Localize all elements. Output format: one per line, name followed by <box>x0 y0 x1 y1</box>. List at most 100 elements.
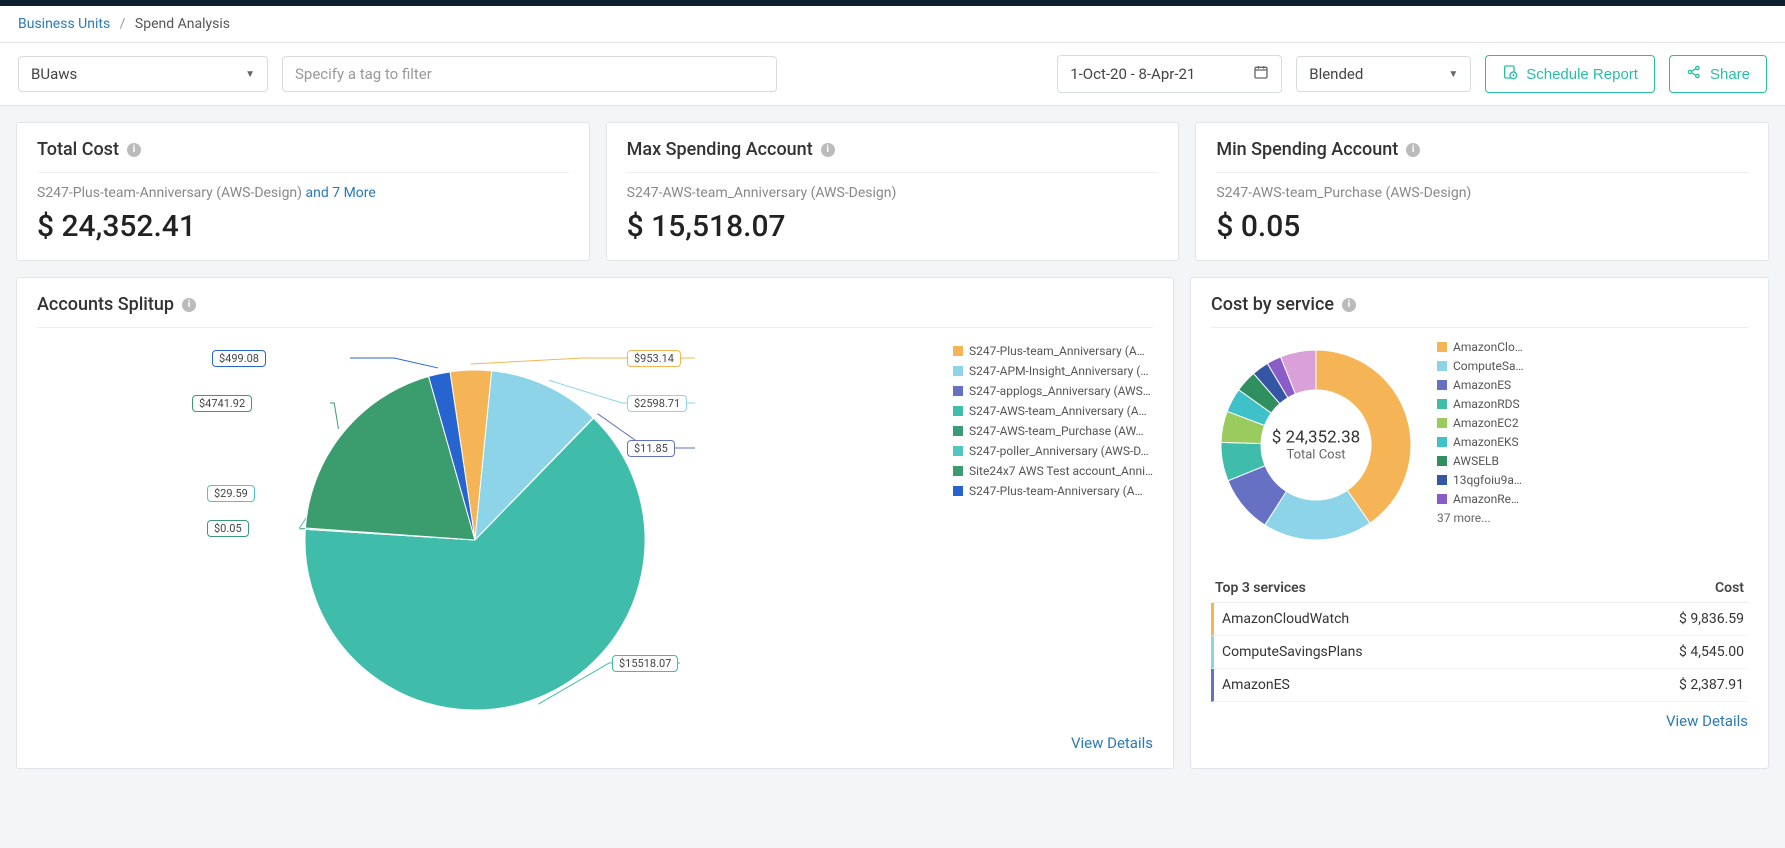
breadcrumb: Business Units / Spend Analysis <box>0 6 1785 43</box>
legend-swatch <box>1437 418 1447 428</box>
legend-swatch <box>1437 456 1447 466</box>
schedule-report-button[interactable]: Schedule Report <box>1485 55 1655 93</box>
top-service-row[interactable]: AmazonES$ 2,387.91 <box>1211 669 1748 702</box>
callout-label: $0.05 <box>207 520 249 537</box>
legend-item[interactable]: AmazonRDS <box>1437 397 1748 411</box>
legend-item[interactable]: AmazonES <box>1437 378 1748 392</box>
legend-label: AmazonEKS <box>1453 435 1519 449</box>
service-donut-chart[interactable]: $ 24,352.38 Total Cost <box>1211 340 1421 550</box>
share-button[interactable]: Share <box>1669 55 1767 93</box>
total-cost-title: Total Cost i <box>37 139 569 160</box>
info-icon[interactable]: i <box>127 143 141 157</box>
cost-type-label: Blended <box>1309 65 1363 83</box>
legend-item[interactable]: AmazonClo… <box>1437 340 1748 354</box>
legend-item[interactable]: ComputeSa… <box>1437 359 1748 373</box>
legend-label: S247-AWS-team_Purchase (AW… <box>969 424 1144 438</box>
service-legend: AmazonClo… ComputeSa… AmazonES AmazonRDS Ama… <box>1437 340 1748 525</box>
legend-item[interactable]: S247-AWS-team_Anniversary (A… <box>953 404 1153 418</box>
schedule-report-label: Schedule Report <box>1526 66 1638 83</box>
share-label: Share <box>1710 66 1750 83</box>
legend-item[interactable]: S247-Plus-team_Anniversary (A… <box>953 344 1153 358</box>
card-title-text: Min Spending Account <box>1216 139 1398 160</box>
min-spending-value: $ 0.05 <box>1216 209 1748 244</box>
date-range-picker[interactable]: 1-Oct-20 - 8-Apr-21 <box>1057 55 1282 93</box>
min-spending-sub: S247-AWS-team_Purchase (AWS-Design) <box>1216 185 1748 201</box>
info-icon[interactable]: i <box>1406 143 1420 157</box>
cost-by-service-title: Cost by service i <box>1211 294 1748 315</box>
legend-more[interactable]: 37 more... <box>1437 511 1748 525</box>
legend-item[interactable]: S247-APM-Insight_Anniversary (… <box>953 364 1153 378</box>
top-service-row[interactable]: AmazonCloudWatch$ 9,836.59 <box>1211 603 1748 636</box>
more-link[interactable]: and 7 More <box>306 185 376 201</box>
filter-bar: BUaws ▼ Specify a tag to filter 1-Oct-20… <box>0 43 1785 106</box>
min-spending-card: Min Spending Account i S247-AWS-team_Pur… <box>1195 122 1769 261</box>
legend-label: AmazonClo… <box>1453 340 1523 354</box>
donut-label: Total Cost <box>1272 448 1360 463</box>
cost-header: Cost <box>1715 580 1744 596</box>
legend-label: S247-Plus-team-Anniversary (A… <box>969 484 1143 498</box>
legend-swatch <box>953 406 963 416</box>
legend-label: 13qgfoiu9a… <box>1453 473 1522 487</box>
callout-label: $4741.92 <box>192 395 252 412</box>
cost-by-service-card: Cost by service i $ 24,352.38 Total Cost… <box>1190 277 1769 769</box>
legend-swatch <box>953 366 963 376</box>
legend-label: AmazonRDS <box>1453 397 1520 411</box>
top-service-row[interactable]: ComputeSavingsPlans$ 4,545.00 <box>1211 636 1748 669</box>
legend-label: ComputeSa… <box>1453 359 1524 373</box>
callout-label: $2598.71 <box>627 395 687 412</box>
legend-label: S247-applogs_Anniversary (AWS… <box>969 384 1151 398</box>
legend-swatch <box>1437 361 1447 371</box>
legend-item[interactable]: S247-Plus-team-Anniversary (A… <box>953 484 1153 498</box>
cost-type-select[interactable]: Blended ▼ <box>1296 56 1471 92</box>
info-icon[interactable]: i <box>1342 298 1356 312</box>
legend-item[interactable]: S247-applogs_Anniversary (AWS… <box>953 384 1153 398</box>
chevron-down-icon: ▼ <box>245 69 255 80</box>
info-icon[interactable]: i <box>821 143 835 157</box>
service-name: ComputeSavingsPlans <box>1222 644 1363 660</box>
total-cost-value: $ 24,352.41 <box>37 209 569 244</box>
legend-item[interactable]: Site24x7 AWS Test account_Anni… <box>953 464 1153 478</box>
breadcrumb-current: Spend Analysis <box>135 16 230 32</box>
breadcrumb-root[interactable]: Business Units <box>18 16 110 32</box>
legend-item[interactable]: AWSELB <box>1437 454 1748 468</box>
card-title-text: Max Spending Account <box>627 139 813 160</box>
legend-swatch <box>1437 380 1447 390</box>
legend-swatch <box>953 486 963 496</box>
legend-item[interactable]: S247-poller_Anniversary (AWS-D… <box>953 444 1153 458</box>
legend-swatch <box>953 426 963 436</box>
legend-item[interactable]: 13qgfoiu9a… <box>1437 473 1748 487</box>
callout-label: $11.85 <box>627 440 675 457</box>
legend-item[interactable]: AmazonEC2 <box>1437 416 1748 430</box>
callout-label: $953.14 <box>627 350 681 367</box>
top-services-table: Top 3 services Cost AmazonCloudWatch$ 9,… <box>1211 574 1748 702</box>
business-unit-select[interactable]: BUaws ▼ <box>18 56 268 92</box>
legend-label: Site24x7 AWS Test account_Anni… <box>969 464 1153 478</box>
max-spending-title: Max Spending Account i <box>627 139 1159 160</box>
legend-swatch <box>953 346 963 356</box>
view-details-link[interactable]: View Details <box>1211 712 1748 730</box>
sub-account-label: S247-Plus-team-Anniversary (AWS-Design) <box>37 185 302 201</box>
callout-label: $499.08 <box>212 350 266 367</box>
tag-placeholder: Specify a tag to filter <box>295 65 432 83</box>
max-spending-value: $ 15,518.07 <box>627 209 1159 244</box>
report-icon <box>1502 64 1518 84</box>
calendar-icon <box>1253 64 1269 84</box>
date-range-label: 1-Oct-20 - 8-Apr-21 <box>1070 65 1195 83</box>
legend-item[interactable]: S247-AWS-team_Purchase (AW… <box>953 424 1153 438</box>
service-cost: $ 2,387.91 <box>1679 677 1744 693</box>
legend-item[interactable]: AmazonEKS <box>1437 435 1748 449</box>
info-icon[interactable]: i <box>182 298 196 312</box>
donut-center: $ 24,352.38 Total Cost <box>1272 428 1360 463</box>
legend-swatch <box>1437 437 1447 447</box>
max-spending-sub: S247-AWS-team_Anniversary (AWS-Design) <box>627 185 1159 201</box>
legend-item[interactable]: AmazonRe… <box>1437 492 1748 506</box>
accounts-pie-chart[interactable]: $953.14$2598.71$11.85$15518.07$0.05$29.5… <box>37 340 933 724</box>
legend-label: S247-APM-Insight_Anniversary (… <box>969 364 1148 378</box>
legend-swatch <box>1437 399 1447 409</box>
legend-label: AWSELB <box>1453 454 1499 468</box>
view-details-link[interactable]: View Details <box>37 734 1153 752</box>
tag-filter-input[interactable]: Specify a tag to filter <box>282 56 777 92</box>
chart-title-text: Accounts Splitup <box>37 294 174 315</box>
breadcrumb-separator: / <box>120 16 126 32</box>
legend-swatch <box>1437 342 1447 352</box>
